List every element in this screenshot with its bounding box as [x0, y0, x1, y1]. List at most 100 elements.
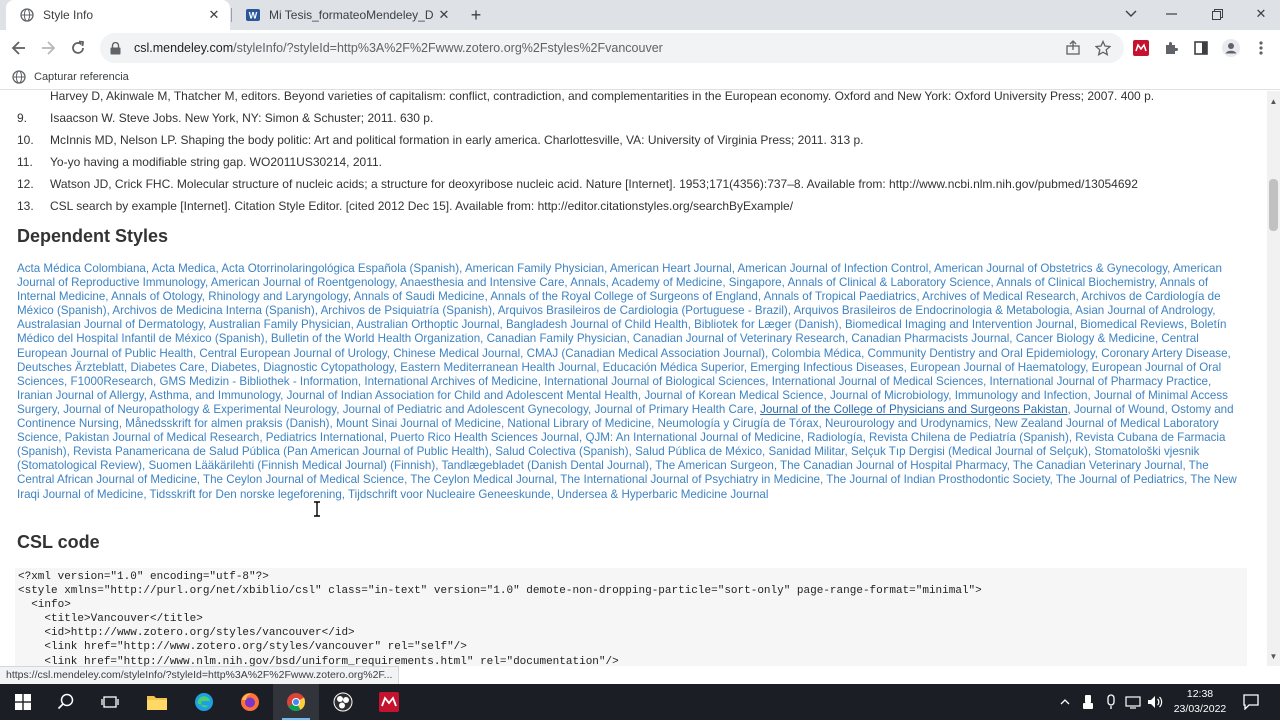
dependent-style-link[interactable]: Annals of Clinical & Laboratory Science [787, 276, 990, 289]
taskview-icon[interactable] [87, 684, 133, 720]
profile-icon[interactable] [1221, 38, 1241, 58]
dependent-style-link[interactable]: Mount Sinai Journal of Medicine [336, 417, 501, 430]
dependent-style-link[interactable]: Salud Colectiva (Spanish) [495, 445, 628, 458]
dependent-style-link[interactable]: Diagnostic Cytopathology [263, 361, 394, 374]
dependent-style-link[interactable]: Annals, Academy of Medicine, Singapore [570, 276, 781, 289]
csl-code-block[interactable]: <?xml version="1.0" encoding="utf-8"?> <… [15, 568, 1247, 666]
mendeley-icon[interactable] [1131, 38, 1151, 58]
dependent-style-link[interactable]: Acta Medica [152, 262, 216, 275]
dependent-style-link[interactable]: Revista Chilena de Pediatría (Spanish) [869, 431, 1069, 444]
dependent-style-link[interactable]: Diabetes [211, 361, 257, 374]
dependent-style-link[interactable]: Selçuk Tıp Dergisi (Medical Journal of S… [851, 445, 1088, 458]
dependent-style-link[interactable]: Annals of Tropical Paediatrics [764, 290, 917, 303]
mendeley-icon[interactable] [366, 684, 412, 720]
dependent-style-link[interactable]: Australasian Journal of Dermatology [17, 318, 203, 331]
volume-icon[interactable] [1146, 693, 1164, 711]
dependent-style-link[interactable]: Journal of Primary Health Care [594, 403, 753, 416]
dependent-style-link[interactable]: Archivos de Psiquiatría (Spanish) [321, 304, 492, 317]
dependent-style-link[interactable]: Acta Otorrinolaringológica Española (Spa… [221, 262, 459, 275]
dependent-style-link[interactable]: Undersea & Hyperbaric Medicine Journal [557, 488, 768, 501]
dependent-style-link[interactable]: The Ceylon Medical Journal [410, 473, 554, 486]
dependent-style-link[interactable]: Canadian Family Physician [487, 332, 627, 345]
dependent-style-link[interactable]: Australian Orthoptic Journal [356, 318, 499, 331]
scroll-up-icon[interactable]: ▲ [1269, 97, 1278, 107]
minimize-icon[interactable] [1160, 4, 1182, 24]
dependent-style-link[interactable]: American Family Physician [465, 262, 604, 275]
bookmark-capturar-referencia[interactable]: Capturar referencia [12, 70, 129, 84]
dependent-style-link[interactable]: Annals of Clinical Biochemistry [996, 276, 1154, 289]
dependent-style-link[interactable]: Archivos de Medicina Interna (Spanish) [112, 304, 314, 317]
obs-icon[interactable] [320, 684, 366, 720]
dependent-style-link[interactable]: The Journal of Indian Prosthodontic Soci… [826, 473, 1049, 486]
dependent-style-link[interactable]: Deutsches Ärzteblatt [17, 361, 124, 374]
lock-icon[interactable] [110, 41, 124, 55]
dependent-style-link[interactable]: CMAJ (Canadian Medical Association Journ… [527, 347, 765, 360]
edge-icon[interactable] [181, 684, 227, 720]
dependent-style-link[interactable]: Pediatrics International [266, 431, 384, 444]
dependent-style-link[interactable]: Eastern Mediterranean Health Journal [400, 361, 596, 374]
dependent-style-link[interactable]: Månedsskrift for almen praksis (Danish) [125, 417, 329, 430]
dependent-style-link[interactable]: Annals of Saudi Medicine [354, 290, 485, 303]
dependent-style-link[interactable]: European Journal of Haematology [910, 361, 1085, 374]
dependent-style-link[interactable]: Iranian Journal of Allergy, Asthma, and … [17, 389, 280, 402]
dependent-style-link[interactable]: Journal of the College of Physicians and… [760, 403, 1067, 416]
forward-icon[interactable] [37, 37, 59, 59]
dependent-style-link[interactable]: Colombia Médica [772, 347, 862, 360]
dependent-style-link[interactable]: The American Surgeon [655, 459, 774, 472]
dependent-style-link[interactable]: Suomen Lääkärilehti (Finnish Medical Jou… [148, 459, 435, 472]
usb-icon[interactable] [1079, 693, 1097, 711]
firefox-icon[interactable] [227, 684, 273, 720]
dependent-style-link[interactable]: Anaesthesia and Intensive Care [400, 276, 564, 289]
dependent-style-link[interactable]: Radiología [807, 431, 862, 444]
dependent-style-link[interactable]: Asian Journal of Andrology [1075, 304, 1212, 317]
dependent-style-link[interactable]: Canadian Pharmacists Journal [851, 332, 1009, 345]
dependent-style-link[interactable]: Bangladesh Journal of Child Health [506, 318, 688, 331]
dependent-style-link[interactable]: Biomedical Reviews [1080, 318, 1184, 331]
dependent-style-link[interactable]: Tidsskrift for Den norske legeforening [150, 488, 342, 501]
explorer-icon[interactable] [134, 684, 180, 720]
puzzle-icon[interactable] [1161, 38, 1181, 58]
dependent-style-link[interactable]: Acta Médica Colombiana [17, 262, 146, 275]
scrollbar-thumb[interactable] [1269, 179, 1278, 231]
dependent-style-link[interactable]: Cancer Biology & Medicine [1016, 332, 1155, 345]
dependent-style-link[interactable]: QJM: An International Journal of Medicin… [585, 431, 800, 444]
dependent-style-link[interactable]: Tijdschrift voor Nucleaire Geneeskunde [348, 488, 551, 501]
dependent-style-link[interactable]: Arquivos Brasileiros de Cardiologia (Por… [498, 304, 788, 317]
dependent-style-link[interactable]: Journal of Korean Medical Science [644, 389, 823, 402]
menu-icon[interactable] [1251, 38, 1271, 58]
dependent-style-link[interactable]: GMS Medizin - Bibliothek - Information [159, 375, 357, 388]
windows-icon[interactable] [0, 684, 46, 720]
dependent-style-link[interactable]: Chinese Medical Journal [393, 347, 520, 360]
dependent-style-link[interactable]: Journal of Indian Association for Child … [287, 389, 638, 402]
chevron-up-icon[interactable] [1056, 693, 1074, 711]
dependent-style-link[interactable]: Biomedical Imaging and Intervention Jour… [845, 318, 1074, 331]
close-icon[interactable]: ✕ [204, 5, 224, 25]
dependent-style-link[interactable]: Journal of Microbiology, Immunology and … [830, 389, 1088, 402]
plus-icon[interactable]: + [466, 5, 486, 25]
dependent-style-link[interactable]: Tandlægebladet (Danish Dental Journal) [441, 459, 649, 472]
close-icon[interactable]: ✕ [434, 5, 454, 25]
dependent-style-link[interactable]: National Library of Medicine [507, 417, 651, 430]
dependent-style-link[interactable]: Coronary Artery Disease [1101, 347, 1227, 360]
tab-mi-tesis[interactable]: W Mi Tesis_formateoMendeley_Doc ✕ [232, 0, 460, 30]
dependent-style-link[interactable]: Neurourology and Urodynamics [825, 417, 988, 430]
address-bar[interactable]: csl.mendeley.com/styleInfo/?styleId=http… [100, 33, 1124, 63]
dependent-style-link[interactable]: Community Dentistry and Oral Epidemiolog… [868, 347, 1095, 360]
dependent-style-link[interactable]: The Journal of Pediatrics [1056, 473, 1184, 486]
dependent-style-link[interactable]: The Canadian Veterinary Journal [1013, 459, 1183, 472]
back-icon[interactable] [8, 37, 30, 59]
network-icon[interactable] [1124, 693, 1142, 711]
dependent-style-link[interactable]: Emerging Infectious Diseases [750, 361, 903, 374]
dependent-style-link[interactable]: International Journal of Biological Scie… [544, 375, 765, 388]
dependent-style-link[interactable]: Central European Journal of Urology [199, 347, 386, 360]
dependent-style-link[interactable]: Sanidad Militar [768, 445, 844, 458]
dependent-style-link[interactable]: Puerto Rico Health Sciences Journal [390, 431, 579, 444]
notification-icon[interactable] [1242, 693, 1260, 711]
dependent-style-link[interactable]: Bibliotek for Læger (Danish) [694, 318, 838, 331]
tab-search-icon[interactable] [1120, 4, 1142, 24]
dependent-style-link[interactable]: American Journal of Infection Control [738, 262, 929, 275]
reload-icon[interactable] [67, 37, 89, 59]
dependent-style-link[interactable]: Bulletin of the World Health Organizatio… [271, 332, 480, 345]
dependent-style-link[interactable]: F1000Research [71, 375, 154, 388]
dependent-style-link[interactable]: Australian Family Physician [209, 318, 351, 331]
